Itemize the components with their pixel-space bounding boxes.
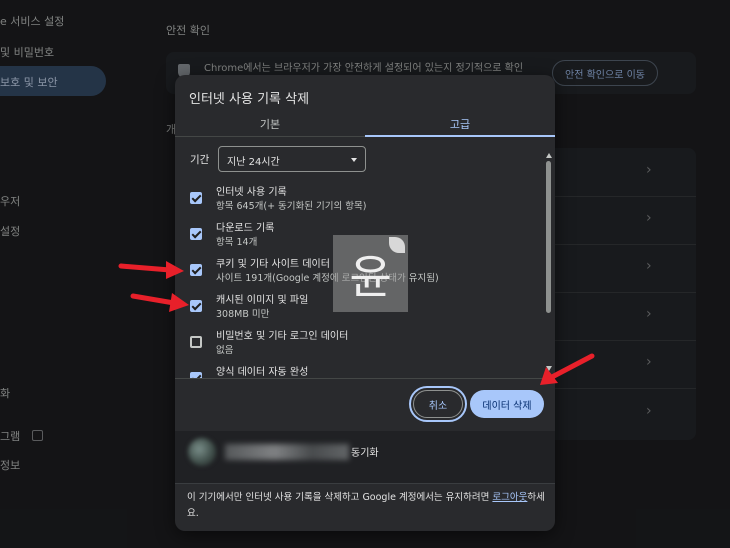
checkbox[interactable] <box>190 228 202 240</box>
option-title: 인터넷 사용 기록 <box>216 187 287 198</box>
caret-down-icon <box>351 158 357 162</box>
cancel-button[interactable]: 취소 <box>409 386 467 422</box>
time-range-value: 지난 24시간 <box>227 157 280 168</box>
option-description: 항목 645개(+ 동기화된 기기의 항목) <box>216 201 367 212</box>
arrow-icon <box>130 293 189 312</box>
arrow-icon <box>540 353 595 385</box>
dialog-title: 인터넷 사용 기록 삭제 <box>189 92 310 107</box>
option-title: 비밀번호 및 기타 로그인 데이터 <box>216 331 349 342</box>
option-title: 캐시된 이미지 및 파일 <box>216 295 309 306</box>
checkbox[interactable] <box>190 192 202 204</box>
option-passwords[interactable]: 비밀번호 및 기타 로그인 데이터 없음 <box>175 325 545 359</box>
checkbox[interactable] <box>190 336 202 348</box>
sign-out-link[interactable]: 로그아웃 <box>492 492 527 503</box>
tab-advanced[interactable]: 고급 <box>365 111 555 137</box>
time-range-select[interactable]: 지난 24시간 <box>218 146 366 172</box>
footer-divider <box>175 483 555 484</box>
dialog-tabs: 기본 고급 <box>175 111 555 137</box>
tab-basic[interactable]: 기본 <box>175 111 365 137</box>
checkbox[interactable] <box>190 264 202 276</box>
account-sync-row: 동기화 <box>175 431 555 483</box>
option-description: 항목 14개 <box>216 237 258 248</box>
footer-note: 이 기기에서만 인터넷 사용 기록을 삭제하고 Google 계정에서는 유지하… <box>187 490 547 522</box>
option-title: 양식 데이터 자동 완성 <box>216 367 309 378</box>
scroll-up-icon[interactable] <box>546 153 552 158</box>
arrow-icon <box>118 261 184 279</box>
option-title: 다운로드 기록 <box>216 223 275 234</box>
option-browsing-history[interactable]: 인터넷 사용 기록 항목 645개(+ 동기화된 기기의 항목) <box>175 181 545 215</box>
option-description: 없음 <box>216 345 234 356</box>
blurred-account-name <box>225 444 349 460</box>
option-autofill[interactable]: 양식 데이터 자동 완성 <box>175 361 545 378</box>
button-divider <box>175 378 555 379</box>
time-range-label: 기간 <box>190 154 210 166</box>
active-tab-indicator <box>365 135 555 137</box>
scrollbar[interactable] <box>546 153 552 373</box>
sync-label: 동기화 <box>351 448 379 459</box>
scrollbar-thumb[interactable] <box>546 161 551 313</box>
option-title: 쿠키 및 기타 사이트 데이터 <box>216 259 330 270</box>
avatar <box>188 438 216 466</box>
footer-text: 이 기기에서만 인터넷 사용 기록을 삭제하고 Google 계정에서는 유지하… <box>187 492 493 503</box>
option-description: 308MB 미만 <box>216 309 270 320</box>
delete-data-button[interactable]: 데이터 삭제 <box>470 390 544 418</box>
